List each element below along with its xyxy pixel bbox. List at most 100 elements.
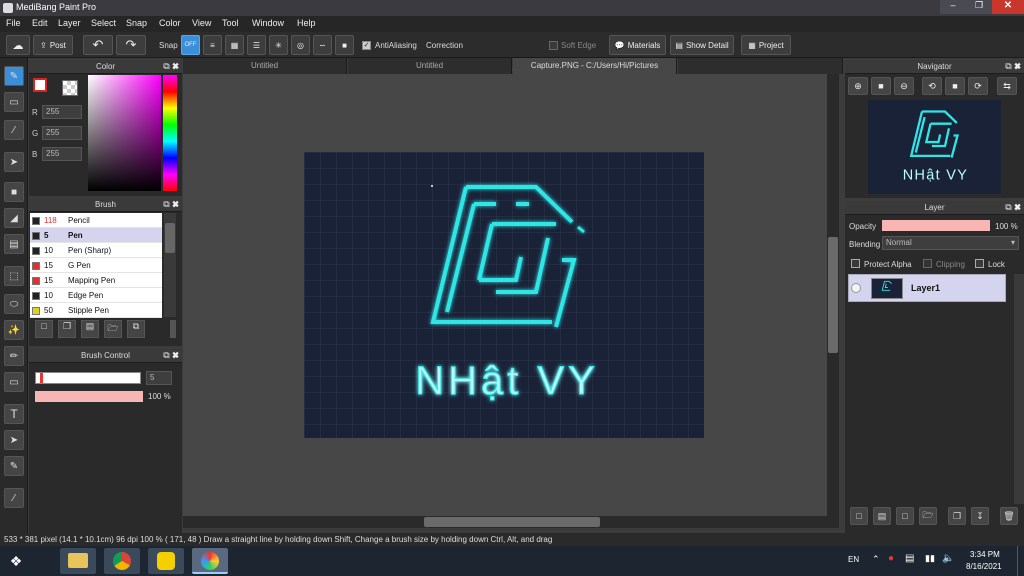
menu-color[interactable]: Color [159, 18, 181, 28]
tab-untitled-2[interactable]: Untitled [348, 58, 512, 74]
clock-time[interactable]: 3:34 PM [970, 550, 1000, 559]
materials-button[interactable]: 💬 Materials [609, 35, 666, 55]
brush-item[interactable]: 15 Mapping Pen [30, 273, 162, 288]
primary-color-swatch[interactable] [33, 78, 47, 92]
tab-untitled-1[interactable]: Untitled [183, 58, 347, 74]
bucket-tool[interactable]: ◢ [4, 208, 24, 228]
menu-tool[interactable]: Tool [222, 18, 239, 28]
flip-button[interactable]: ⇆ [997, 77, 1017, 95]
transparent-color-swatch[interactable] [62, 80, 78, 96]
redo-button[interactable]: ↷ [116, 35, 146, 55]
brush-tool[interactable]: ✎ [4, 66, 24, 86]
panel-controls-icon[interactable]: ⧉ ✖ [1005, 60, 1021, 73]
panel-controls-icon[interactable]: ⧉ ✖ [163, 349, 179, 362]
brush-panel-scroll[interactable] [170, 320, 176, 338]
project-button[interactable]: ▦ Project [741, 35, 791, 55]
blending-select[interactable]: Normal ▾ [882, 236, 1019, 250]
canvas-area[interactable]: NHật VY [183, 74, 827, 516]
hue-slider[interactable] [163, 75, 177, 191]
cloud-button[interactable]: ☁ [6, 35, 30, 55]
snap-off-button[interactable]: OFF [181, 35, 200, 55]
open-brush-button[interactable]: 🗁 [104, 320, 122, 338]
taskbar-medibang[interactable] [192, 548, 228, 574]
protect-alpha-checkbox[interactable] [851, 259, 860, 268]
rotate-left-button[interactable]: ⟲ [922, 77, 942, 95]
taskbar-chrome[interactable] [104, 548, 140, 574]
size-slider-thumb[interactable] [40, 373, 43, 383]
menu-window[interactable]: Window [252, 18, 284, 28]
brush-scrollbar[interactable] [164, 213, 176, 317]
divide-tool[interactable]: ✎ [4, 456, 24, 476]
brush-item[interactable]: 10 Edge Pen [30, 288, 162, 303]
vertical-scrollbar[interactable] [827, 74, 839, 516]
clock-date[interactable]: 8/16/2021 [966, 562, 1002, 571]
brush-item[interactable]: 5 Pen [30, 228, 162, 243]
merge-down-button[interactable]: ↧ [971, 507, 989, 525]
menu-file[interactable]: File [6, 18, 21, 28]
saturation-value-picker[interactable] [88, 75, 161, 191]
menu-select[interactable]: Select [91, 18, 116, 28]
show-desktop-button[interactable] [1017, 546, 1024, 576]
tray-app-icon[interactable]: ● [888, 553, 894, 564]
menu-edit[interactable]: Edit [32, 18, 48, 28]
taskbar-app[interactable] [148, 548, 184, 574]
zoom-fit-button[interactable]: ■ [871, 77, 891, 95]
close-button[interactable]: ✕ [992, 0, 1024, 14]
eyedropper-tool[interactable]: ⁄ [4, 488, 24, 508]
rotate-right-button[interactable]: ⟳ [968, 77, 988, 95]
snap-grid-button[interactable]: ▦ [225, 35, 244, 55]
brush-shape-button[interactable]: ■ [335, 35, 354, 55]
minimize-button[interactable]: – [940, 0, 966, 14]
show-detail-button[interactable]: ▤ Show Detail [670, 35, 734, 55]
menu-help[interactable]: Help [297, 18, 316, 28]
snap-circle-button[interactable]: ◎ [291, 35, 310, 55]
magic-wand-tool[interactable]: ✨ [4, 320, 24, 340]
new-layer-button[interactable]: □ [850, 507, 868, 525]
open-folder-button[interactable]: 🗁 [919, 507, 937, 525]
menu-snap[interactable]: Snap [126, 18, 147, 28]
language-indicator[interactable]: EN [848, 555, 859, 564]
menu-layer[interactable]: Layer [58, 18, 81, 28]
gradation-tool[interactable]: ▤ [4, 234, 24, 254]
brush-settings-button[interactable]: ▤ [81, 320, 99, 338]
tab-capture[interactable]: Capture.PNG - C:/Users/Hi/Pictures [513, 58, 677, 74]
text-tool[interactable]: T [4, 404, 24, 424]
start-button[interactable]: ❖ [4, 548, 28, 574]
operation-tool[interactable]: ➤ [4, 430, 24, 450]
zoom-in-button[interactable]: ⊕ [848, 77, 868, 95]
reset-rotation-button[interactable]: ■ [945, 77, 965, 95]
snap-curve-button[interactable]: ∽ [313, 35, 332, 55]
tray-chevron-icon[interactable]: ⌃ [872, 554, 880, 565]
taskbar-explorer[interactable] [60, 548, 96, 574]
soft-edge-checkbox[interactable] [549, 41, 558, 50]
layer-opacity-slider[interactable] [882, 220, 990, 231]
new-halftone-layer-button[interactable]: ▤ [873, 507, 891, 525]
eye-icon[interactable] [851, 283, 861, 293]
brush-window-button[interactable]: ⧉ [127, 320, 145, 338]
panel-controls-icon[interactable]: ⧉ ✖ [163, 60, 179, 73]
delete-layer-button[interactable]: 🗑 [1000, 507, 1018, 525]
brush-item[interactable]: 50 Stipple Pen [30, 303, 162, 318]
tray-network-icon[interactable]: ▤ [905, 553, 914, 564]
lasso-tool[interactable]: ⬭ [4, 294, 24, 314]
panel-controls-icon[interactable]: ⧉ ✖ [163, 198, 179, 211]
brush-item[interactable]: 10 Pen (Sharp) [30, 243, 162, 258]
select-rect-tool[interactable]: ⬚ [4, 266, 24, 286]
b-input[interactable]: 255 [42, 147, 82, 161]
r-input[interactable]: 255 [42, 105, 82, 119]
brush-item[interactable]: 118 Pencil [30, 213, 162, 228]
horizontal-scrollbar[interactable] [183, 516, 839, 528]
snap-radial-button[interactable]: ✳ [269, 35, 288, 55]
new-folder-layer-button[interactable]: □ [896, 507, 914, 525]
canvas-document[interactable]: NHật VY [304, 152, 704, 438]
add-brush-button[interactable]: □ [35, 320, 53, 338]
brush-size-slider[interactable] [35, 372, 141, 384]
restore-button[interactable]: ❐ [966, 0, 992, 14]
move-tool[interactable]: ➤ [4, 152, 24, 172]
layer-row[interactable]: Layer1 [848, 274, 1006, 302]
layer-scrollbar[interactable] [1014, 274, 1024, 504]
post-button[interactable]: ⇪ Post [33, 35, 73, 55]
eraser-tool[interactable]: ▭ [4, 92, 24, 112]
scroll-thumb[interactable] [165, 223, 175, 253]
g-input[interactable]: 255 [42, 126, 82, 140]
